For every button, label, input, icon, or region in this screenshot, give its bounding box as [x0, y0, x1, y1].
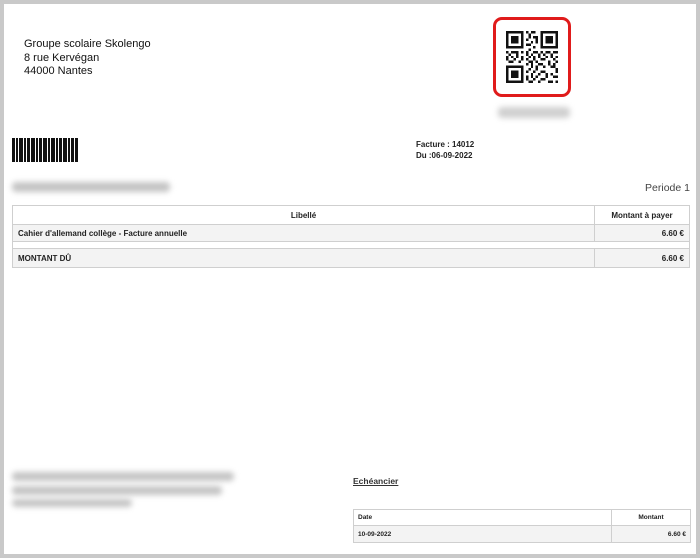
table-row: 10-09-2022 6.60 €: [353, 525, 691, 543]
barcode-icon: [12, 138, 78, 162]
qr-caption-redacted: [498, 107, 570, 118]
footer-redacted-line-2: [12, 486, 222, 495]
periode-label: Periode 1: [645, 182, 690, 194]
footer-redacted-line-1: [12, 472, 234, 481]
schedule-date: 10-09-2022: [353, 525, 612, 543]
invoice-page: Groupe scolaire Skolengo 8 rue Kervégan …: [4, 4, 696, 554]
invoice-number: Facture : 14012: [416, 140, 475, 149]
header-date: Date: [353, 509, 612, 526]
schedule-amount: 6.60 €: [611, 525, 691, 543]
invoice-date: Du :06-09-2022: [416, 151, 473, 160]
echeancier-title: Echéancier: [353, 476, 399, 486]
footer-redacted-line-3: [12, 499, 132, 507]
schedule-header-row: Date Montant: [353, 509, 691, 526]
header-libelle: Libellé: [12, 205, 595, 225]
table-row: Cahier d'allemand collège - Facture annu…: [12, 224, 690, 242]
qr-code-highlight[interactable]: [493, 17, 571, 97]
table-spacer: [12, 241, 690, 249]
header-montant: Montant à payer: [594, 205, 690, 225]
echeancier-table: Date Montant 10-09-2022 6.60 €: [353, 509, 691, 543]
items-header-row: Libellé Montant à payer: [12, 205, 690, 225]
qr-code-icon: [506, 31, 558, 83]
item-label: Cahier d'allemand collège - Facture annu…: [12, 224, 595, 242]
sender-street: 8 rue Kervégan: [24, 51, 100, 64]
header-montant-schedule: Montant: [611, 509, 691, 526]
total-amount: 6.60 €: [594, 248, 690, 268]
sender-address: Groupe scolaire Skolengo 8 rue Kervégan …: [24, 38, 151, 79]
total-row: MONTANT DÛ 6.60 €: [12, 248, 690, 268]
sender-name: Groupe scolaire Skolengo: [24, 38, 151, 50]
invoice-info: Facture : 14012 Du :06-09-2022: [416, 139, 474, 161]
recipient-redacted: [12, 182, 170, 192]
sender-city: 44000 Nantes: [24, 65, 93, 77]
spacer-cell: [12, 241, 690, 249]
item-amount: 6.60 €: [594, 224, 690, 242]
items-table: Libellé Montant à payer Cahier d'alleman…: [12, 205, 690, 268]
total-label: MONTANT DÛ: [12, 248, 595, 268]
